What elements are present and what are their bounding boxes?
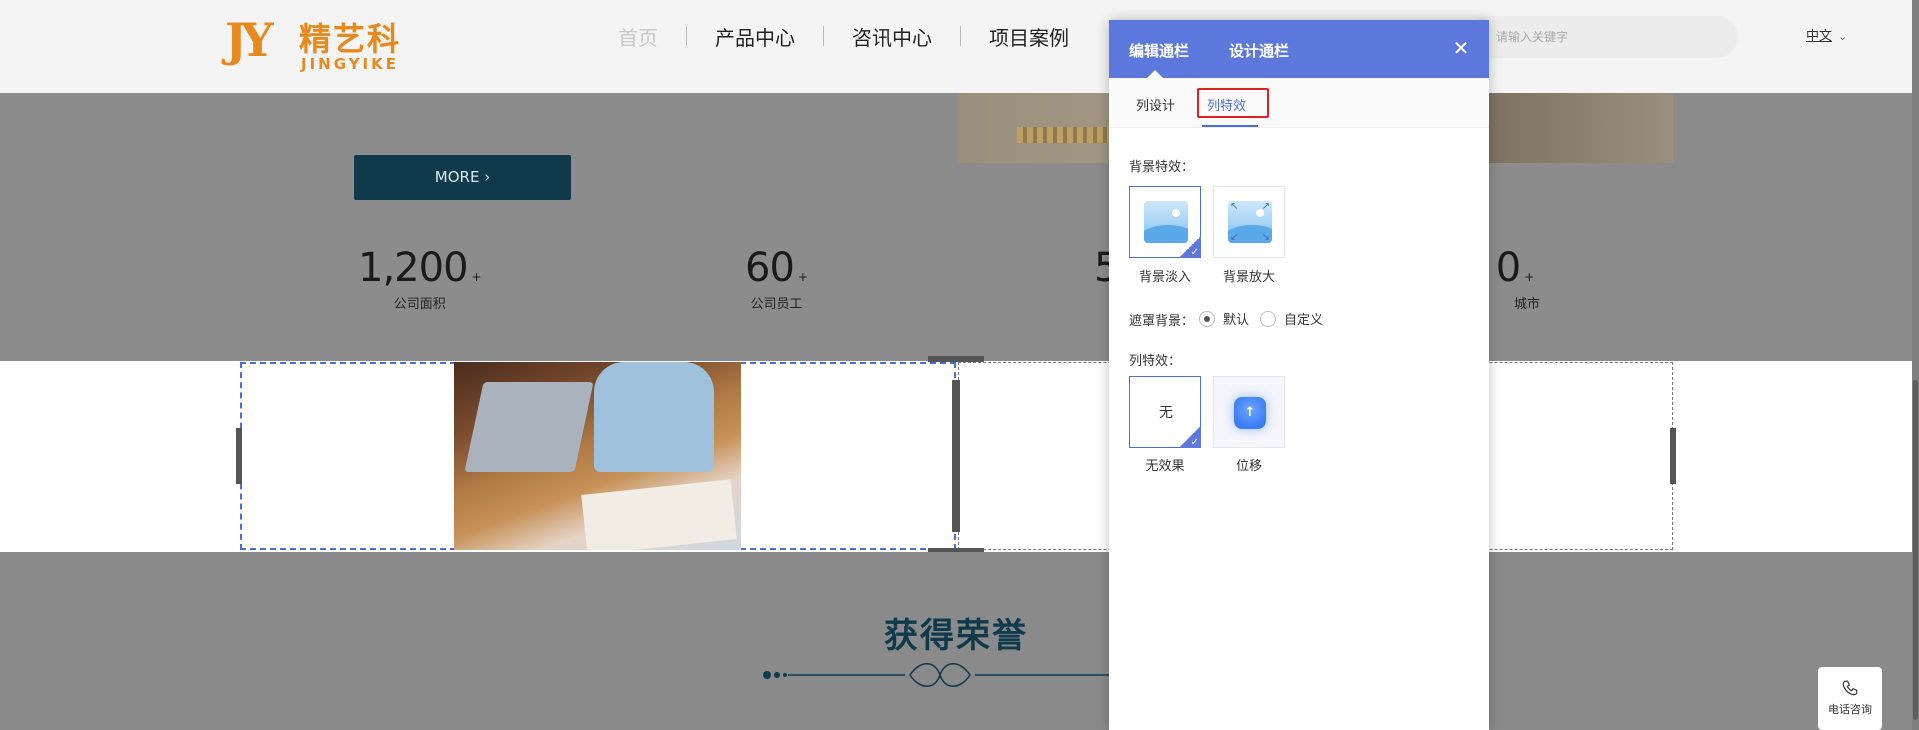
chevron-down-icon: ⌄: [1838, 30, 1848, 43]
tab-design-banner[interactable]: 设计通栏: [1229, 40, 1289, 61]
radio-label: 自定义: [1284, 313, 1324, 328]
phone-consult-button[interactable]: 电话咨询: [1818, 667, 1882, 730]
bg-effect-fade-in[interactable]: [1129, 186, 1201, 258]
nav-item-cases[interactable]: 项目案例: [961, 22, 1097, 51]
resize-handle-right[interactable]: [1670, 428, 1676, 484]
search-input[interactable]: 请输入关键字: [1466, 16, 1738, 58]
column-image: [454, 362, 741, 550]
stat-area: 1,200 + 公司面积: [358, 245, 482, 312]
stat-suffix: +: [471, 270, 482, 284]
radio-unchecked-icon: [1260, 310, 1276, 327]
stat-label: 城市: [1514, 297, 1541, 312]
highlight-box: [1197, 88, 1269, 118]
subtab-column-design[interactable]: 列设计: [1136, 95, 1175, 114]
resize-handle-top[interactable]: [928, 356, 984, 362]
bg-effect-label: 背景特效：: [1129, 160, 1195, 175]
bg-effect-zoom[interactable]: ↖ ↗ ↙ ↘: [1213, 186, 1285, 258]
option-label: 位移: [1235, 459, 1262, 474]
option-label: 背景放大: [1222, 270, 1275, 285]
stat-value: 60: [745, 245, 795, 291]
person-shape: [594, 362, 714, 472]
subtab-bar: 列设计 列特效: [1109, 78, 1489, 128]
site-header: JY 精艺科 JINGYIKE 首页 产品中心 咨讯中心 项目案例 请输入关键字…: [0, 0, 1919, 93]
column-divider-handle[interactable]: [952, 380, 960, 532]
expand-arrows-icon: ↖ ↗ ↙ ↘: [1230, 201, 1270, 243]
page-scrollbar[interactable]: [1912, 0, 1919, 730]
nav-item-home[interactable]: 首页: [590, 22, 686, 51]
stat-suffix: +: [1524, 270, 1535, 284]
mask-bg-label: 遮罩背景：: [1129, 314, 1195, 329]
stat-label: 公司面积: [393, 297, 446, 312]
radio-checked-icon: [1199, 310, 1215, 327]
website-preview: JY 精艺科 JINGYIKE 首页 产品中心 咨讯中心 项目案例 请输入关键字…: [0, 0, 1919, 730]
nav-item-news[interactable]: 咨讯中心: [824, 22, 960, 51]
stat-label: 公司员工: [750, 297, 803, 312]
selected-check-icon: [1179, 236, 1201, 258]
site-logo[interactable]: JY 精艺科 JINGYIKE: [225, 10, 405, 73]
logo-mark: JY: [225, 13, 274, 67]
mask-option-custom[interactable]: 自定义: [1260, 309, 1323, 328]
stat-suffix: +: [797, 270, 808, 284]
column-settings-panel: 编辑通栏 设计通栏 ✕ 列设计 列特效 背景特效： 背景淡入 ↖↗ ↙↘ 背景放…: [1109, 20, 1489, 730]
active-subtab-underline: [1202, 125, 1258, 127]
language-label: 中文: [1806, 29, 1833, 44]
phone-icon: [1842, 680, 1858, 696]
panel-header: 编辑通栏 设计通栏 ✕: [1109, 20, 1489, 78]
logo-name-cn: 精艺科: [299, 20, 402, 58]
logo-name-en: JINGYIKE: [301, 55, 400, 73]
option-label: 背景淡入: [1138, 270, 1191, 285]
more-button[interactable]: MORE ›: [354, 155, 571, 200]
stat-cities: 0 + 城市: [1490, 245, 1540, 312]
active-tab-caret: [1147, 70, 1163, 78]
stat-value: 1,200: [358, 245, 469, 291]
nav-item-products[interactable]: 产品中心: [687, 22, 823, 51]
selected-check-icon: [1179, 426, 1201, 448]
landscape-zoom-icon: ↖ ↗ ↙ ↘: [1228, 201, 1272, 243]
close-icon[interactable]: ✕: [1449, 36, 1473, 60]
column-effect-none[interactable]: 无: [1129, 376, 1201, 448]
radio-label: 默认: [1223, 313, 1250, 328]
tab-edit-banner[interactable]: 编辑通栏: [1129, 40, 1189, 61]
book-shape: [581, 479, 737, 550]
phone-consult-label: 电话咨询: [1828, 703, 1872, 716]
more-button-label: MORE: [434, 168, 480, 186]
decorative-flourish: [763, 663, 1120, 687]
column-effect-label: 列特效：: [1129, 354, 1182, 369]
stat-staff: 60 + 公司员工: [745, 245, 808, 312]
language-selector[interactable]: 中文 ⌄: [1806, 25, 1847, 44]
main-nav: 首页 产品中心 咨讯中心 项目案例: [590, 20, 1097, 52]
honor-title: 获得荣誉: [884, 616, 1028, 656]
option-label: 无效果: [1145, 459, 1185, 474]
resize-handle-left[interactable]: [236, 428, 242, 484]
laptop-shape: [464, 382, 594, 472]
column-effect-shift[interactable]: ↑: [1213, 376, 1285, 448]
mask-option-default[interactable]: 默认: [1199, 309, 1249, 328]
scrollbar-thumb[interactable]: [1913, 380, 1918, 720]
arrow-up-icon: ↑: [1234, 397, 1266, 429]
stat-value: 0: [1495, 245, 1521, 291]
